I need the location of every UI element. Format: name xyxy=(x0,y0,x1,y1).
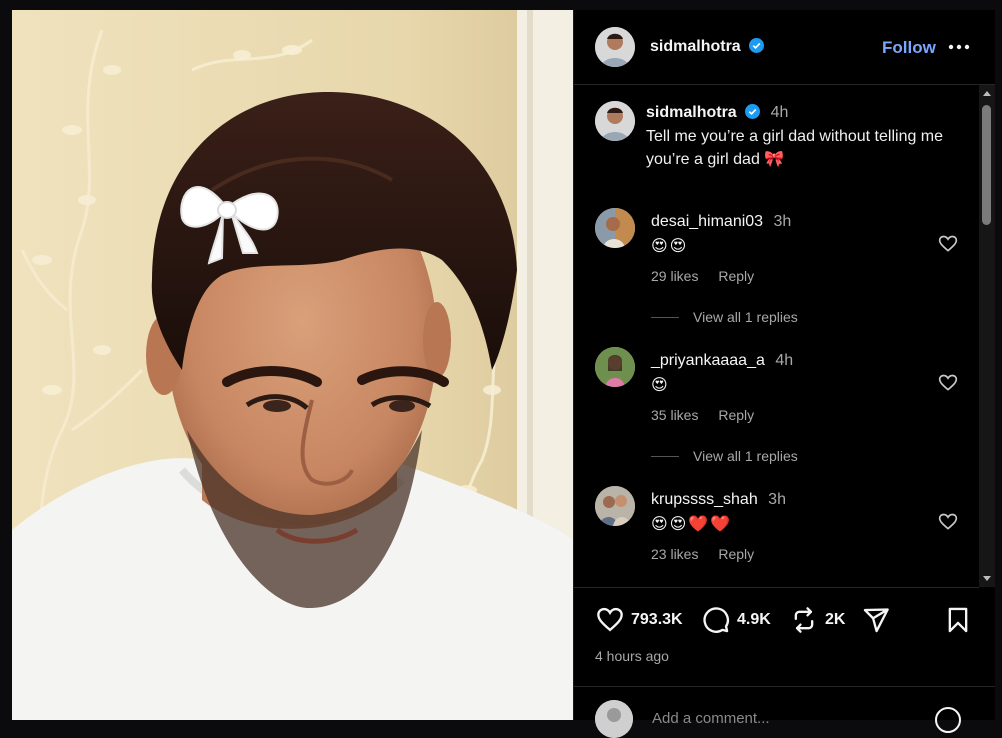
comment-likes[interactable]: 23 likes xyxy=(651,546,698,562)
scroll-down-arrow-icon[interactable] xyxy=(983,576,991,581)
comment-username-row: desai_himani03 3h xyxy=(651,213,791,231)
add-comment-input[interactable]: Add a comment... xyxy=(652,710,770,727)
comments-count: 4.9K xyxy=(737,611,771,628)
comment-likes[interactable]: 29 likes xyxy=(651,268,698,284)
verified-badge-icon xyxy=(745,104,761,119)
comment-meta: 29 likes Reply xyxy=(651,268,754,284)
window-frame-left xyxy=(0,10,12,720)
comment-item: krupssss_shah 3h 😍😍❤️❤️ 23 likes Reply xyxy=(574,486,979,587)
post-photo[interactable] xyxy=(12,10,573,720)
likes-count[interactable]: 793.3K xyxy=(631,611,683,629)
caption-text: Tell me you’re a girl dad without tellin… xyxy=(646,128,944,168)
comment-item: _priyankaaaa_a 4h 😍 35 likes Reply View … xyxy=(574,347,979,485)
scrollbar-thumb[interactable] xyxy=(982,105,991,225)
heart-icon[interactable] xyxy=(938,373,958,393)
heart-icon[interactable] xyxy=(938,512,958,532)
comment-likes[interactable]: 35 likes xyxy=(651,407,698,423)
reply-button[interactable]: Reply xyxy=(718,407,754,423)
actions-divider xyxy=(574,587,979,588)
author-username-row[interactable]: sidmalhotra xyxy=(650,38,765,56)
reposts-count: 2K xyxy=(825,611,846,628)
comment-username[interactable]: desai_himani03 xyxy=(651,213,763,230)
commenter-avatar[interactable] xyxy=(595,208,635,248)
comment-time: 3h xyxy=(768,491,786,508)
repost-icon[interactable] xyxy=(789,606,819,634)
send-share-icon[interactable] xyxy=(861,606,891,634)
commenter-avatar[interactable] xyxy=(595,486,635,526)
posted-time: 4 hours ago xyxy=(595,648,669,664)
reply-button[interactable]: Reply xyxy=(718,546,754,562)
follow-button[interactable]: Follow xyxy=(882,38,936,58)
caption-username-row: sidmalhotra 4h xyxy=(646,104,788,122)
share-action[interactable] xyxy=(861,606,891,634)
caption-username[interactable]: sidmalhotra xyxy=(646,104,737,121)
repost-action[interactable]: 2K xyxy=(789,606,845,634)
comment-username[interactable]: _priyankaaaa_a xyxy=(651,352,765,369)
divider-line xyxy=(651,317,679,318)
comment-text: 😍😍❤️❤️ xyxy=(651,516,733,533)
view-replies-label: View all 1 replies xyxy=(693,309,798,325)
current-user-avatar xyxy=(595,700,633,738)
commenter-avatar[interactable] xyxy=(595,347,635,387)
post-header: sidmalhotra Follow xyxy=(574,10,995,85)
comment-username-row: krupssss_shah 3h xyxy=(651,491,786,509)
comment-meta: 35 likes Reply xyxy=(651,407,754,423)
bookmark-icon[interactable] xyxy=(944,606,972,634)
add-comment-divider xyxy=(574,686,995,687)
divider-line xyxy=(651,456,679,457)
comment-item: desai_himani03 3h 😍😍 29 likes Reply View… xyxy=(574,208,979,346)
comment-username[interactable]: krupssss_shah xyxy=(651,491,758,508)
scroll-up-arrow-icon[interactable] xyxy=(983,91,991,96)
view-replies-label: View all 1 replies xyxy=(693,448,798,464)
comment-meta: 23 likes Reply xyxy=(651,546,754,562)
comment-text: 😍😍 xyxy=(651,238,689,255)
caption-avatar[interactable] xyxy=(595,101,635,141)
caption-time: 4h xyxy=(770,104,789,121)
heart-icon[interactable] xyxy=(595,606,625,634)
author-avatar[interactable] xyxy=(595,27,635,67)
comment-action[interactable]: 4.9K xyxy=(701,606,771,634)
reply-button[interactable]: Reply xyxy=(718,268,754,284)
view-replies-button[interactable]: View all 1 replies xyxy=(651,309,798,325)
view-replies-button[interactable]: View all 1 replies xyxy=(651,448,798,464)
like-action[interactable]: 793.3K xyxy=(595,606,683,634)
post-photo-illustration xyxy=(12,10,573,720)
window-frame-top xyxy=(0,0,1002,10)
comments-scroll-area[interactable]: sidmalhotra 4h Tell me you’re a girl dad… xyxy=(574,85,979,587)
comment-username-row: _priyankaaaa_a 4h xyxy=(651,352,793,370)
comment-time: 3h xyxy=(773,213,792,230)
emoji-icon[interactable] xyxy=(933,705,963,735)
comment-bubble-icon[interactable] xyxy=(701,606,731,634)
comment-text: 😍 xyxy=(651,377,670,394)
author-username[interactable]: sidmalhotra xyxy=(650,38,741,55)
post-details-panel: sidmalhotra Follow sidmalhotra 4h Tell m… xyxy=(573,10,995,738)
post-actions-bar: 793.3K 4.9K 2K xyxy=(574,606,995,636)
comment-time: 4h xyxy=(775,352,794,369)
verified-badge-icon xyxy=(749,38,765,53)
save-action[interactable] xyxy=(944,606,972,634)
more-horizontal-icon[interactable] xyxy=(947,37,971,57)
heart-icon[interactable] xyxy=(938,234,958,254)
